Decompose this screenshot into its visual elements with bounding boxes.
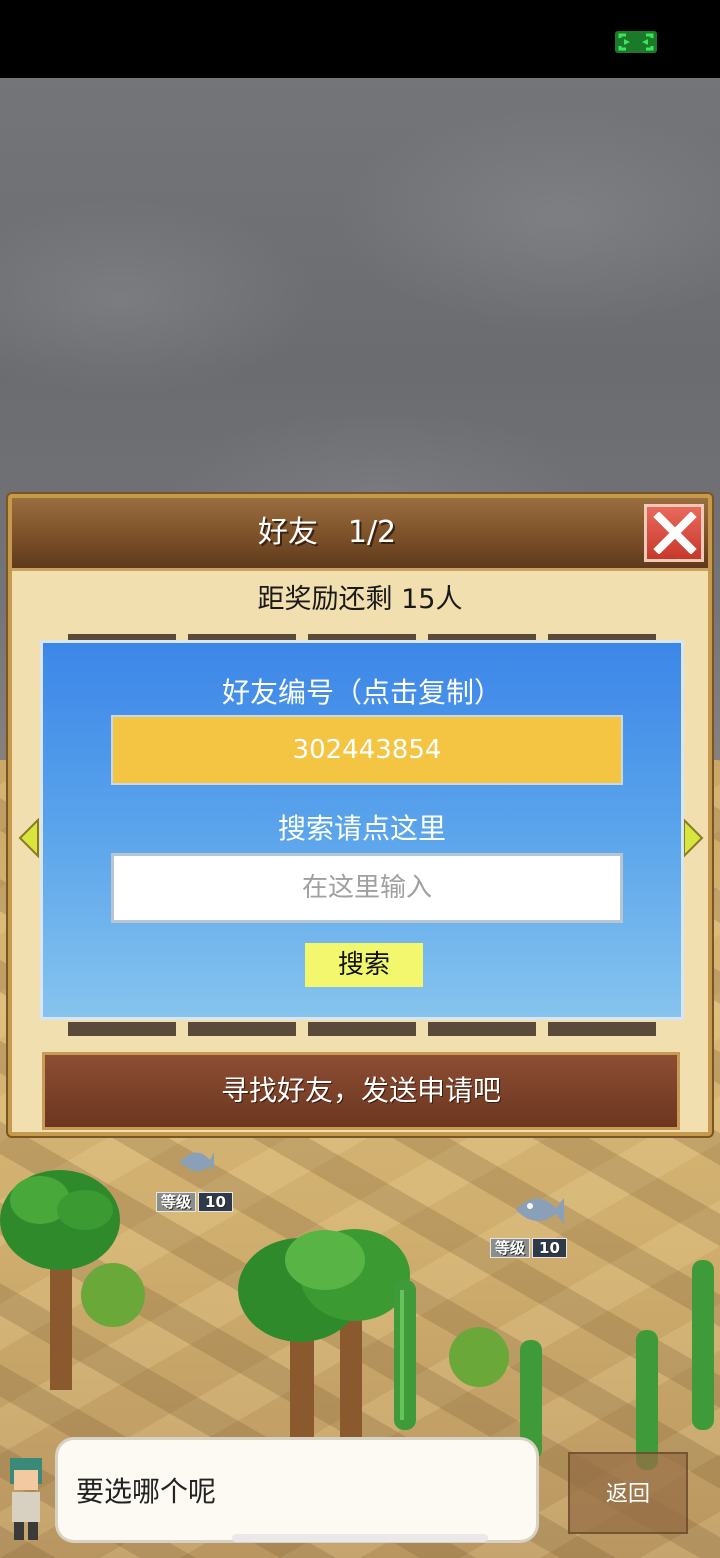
game-screen: 等级10 等级10 好友 1/2 距奖励还剩 15人 好友编号（点击复制） xyxy=(0,0,720,1558)
friend-id-copy-button[interactable]: 302443854 xyxy=(111,715,623,785)
find-friends-banner: 寻找好友，发送申请吧 xyxy=(42,1052,680,1130)
speech-bubble: 要选哪个呢 xyxy=(58,1440,536,1540)
close-button[interactable] xyxy=(644,504,704,562)
bush-sprite xyxy=(449,1327,509,1387)
back-button[interactable]: 返回 xyxy=(568,1452,688,1534)
level-tag-label: 等级 xyxy=(490,1238,531,1258)
status-bar xyxy=(0,0,720,78)
dialog-header: 好友 1/2 xyxy=(12,498,708,571)
home-indicator[interactable] xyxy=(232,1534,488,1542)
friend-id-label: 好友编号（点击复制） xyxy=(221,676,502,709)
close-x-icon xyxy=(653,512,697,554)
next-page-arrow-icon[interactable] xyxy=(682,818,704,858)
previous-page-arrow-icon[interactable] xyxy=(18,818,40,858)
level-tag: 等级 10 xyxy=(156,1192,233,1212)
tab-slot xyxy=(188,1022,296,1036)
level-tag-value: 10 xyxy=(198,1192,233,1212)
character-avatar-icon xyxy=(10,1458,42,1540)
fish-monster-sprite xyxy=(516,1198,564,1224)
level-tag-label: 等级 xyxy=(156,1192,197,1212)
fish-monster-sprite xyxy=(180,1152,214,1172)
fullscreen-toggle-icon[interactable] xyxy=(614,30,658,54)
search-label: 搜索请点这里 xyxy=(277,812,446,845)
tab-slot xyxy=(308,1022,416,1036)
cactus-sprite xyxy=(692,1260,714,1430)
friend-search-input[interactable] xyxy=(111,853,623,923)
tab-slot xyxy=(428,1022,536,1036)
search-button[interactable]: 搜索 xyxy=(305,943,423,987)
speech-text: 要选哪个呢 xyxy=(76,1475,217,1508)
level-tag-value: 10 xyxy=(532,1238,567,1258)
bush-sprite xyxy=(81,1263,145,1327)
friends-dialog: 好友 1/2 距奖励还剩 15人 好友编号（点击复制） 302443854 搜索… xyxy=(8,494,712,1136)
cactus-sprite xyxy=(636,1330,658,1470)
friend-search-panel: 好友编号（点击复制） 302443854 搜索请点这里 搜索 xyxy=(40,640,684,1020)
dialog-title: 好友 1/2 xyxy=(257,515,397,550)
cactus-sprite xyxy=(394,1280,416,1430)
tab-slot xyxy=(548,1022,656,1036)
reward-remaining-text: 距奖励还剩 15人 xyxy=(257,584,463,615)
level-tag: 等级 10 xyxy=(490,1238,567,1258)
tab-slot xyxy=(68,1022,176,1036)
